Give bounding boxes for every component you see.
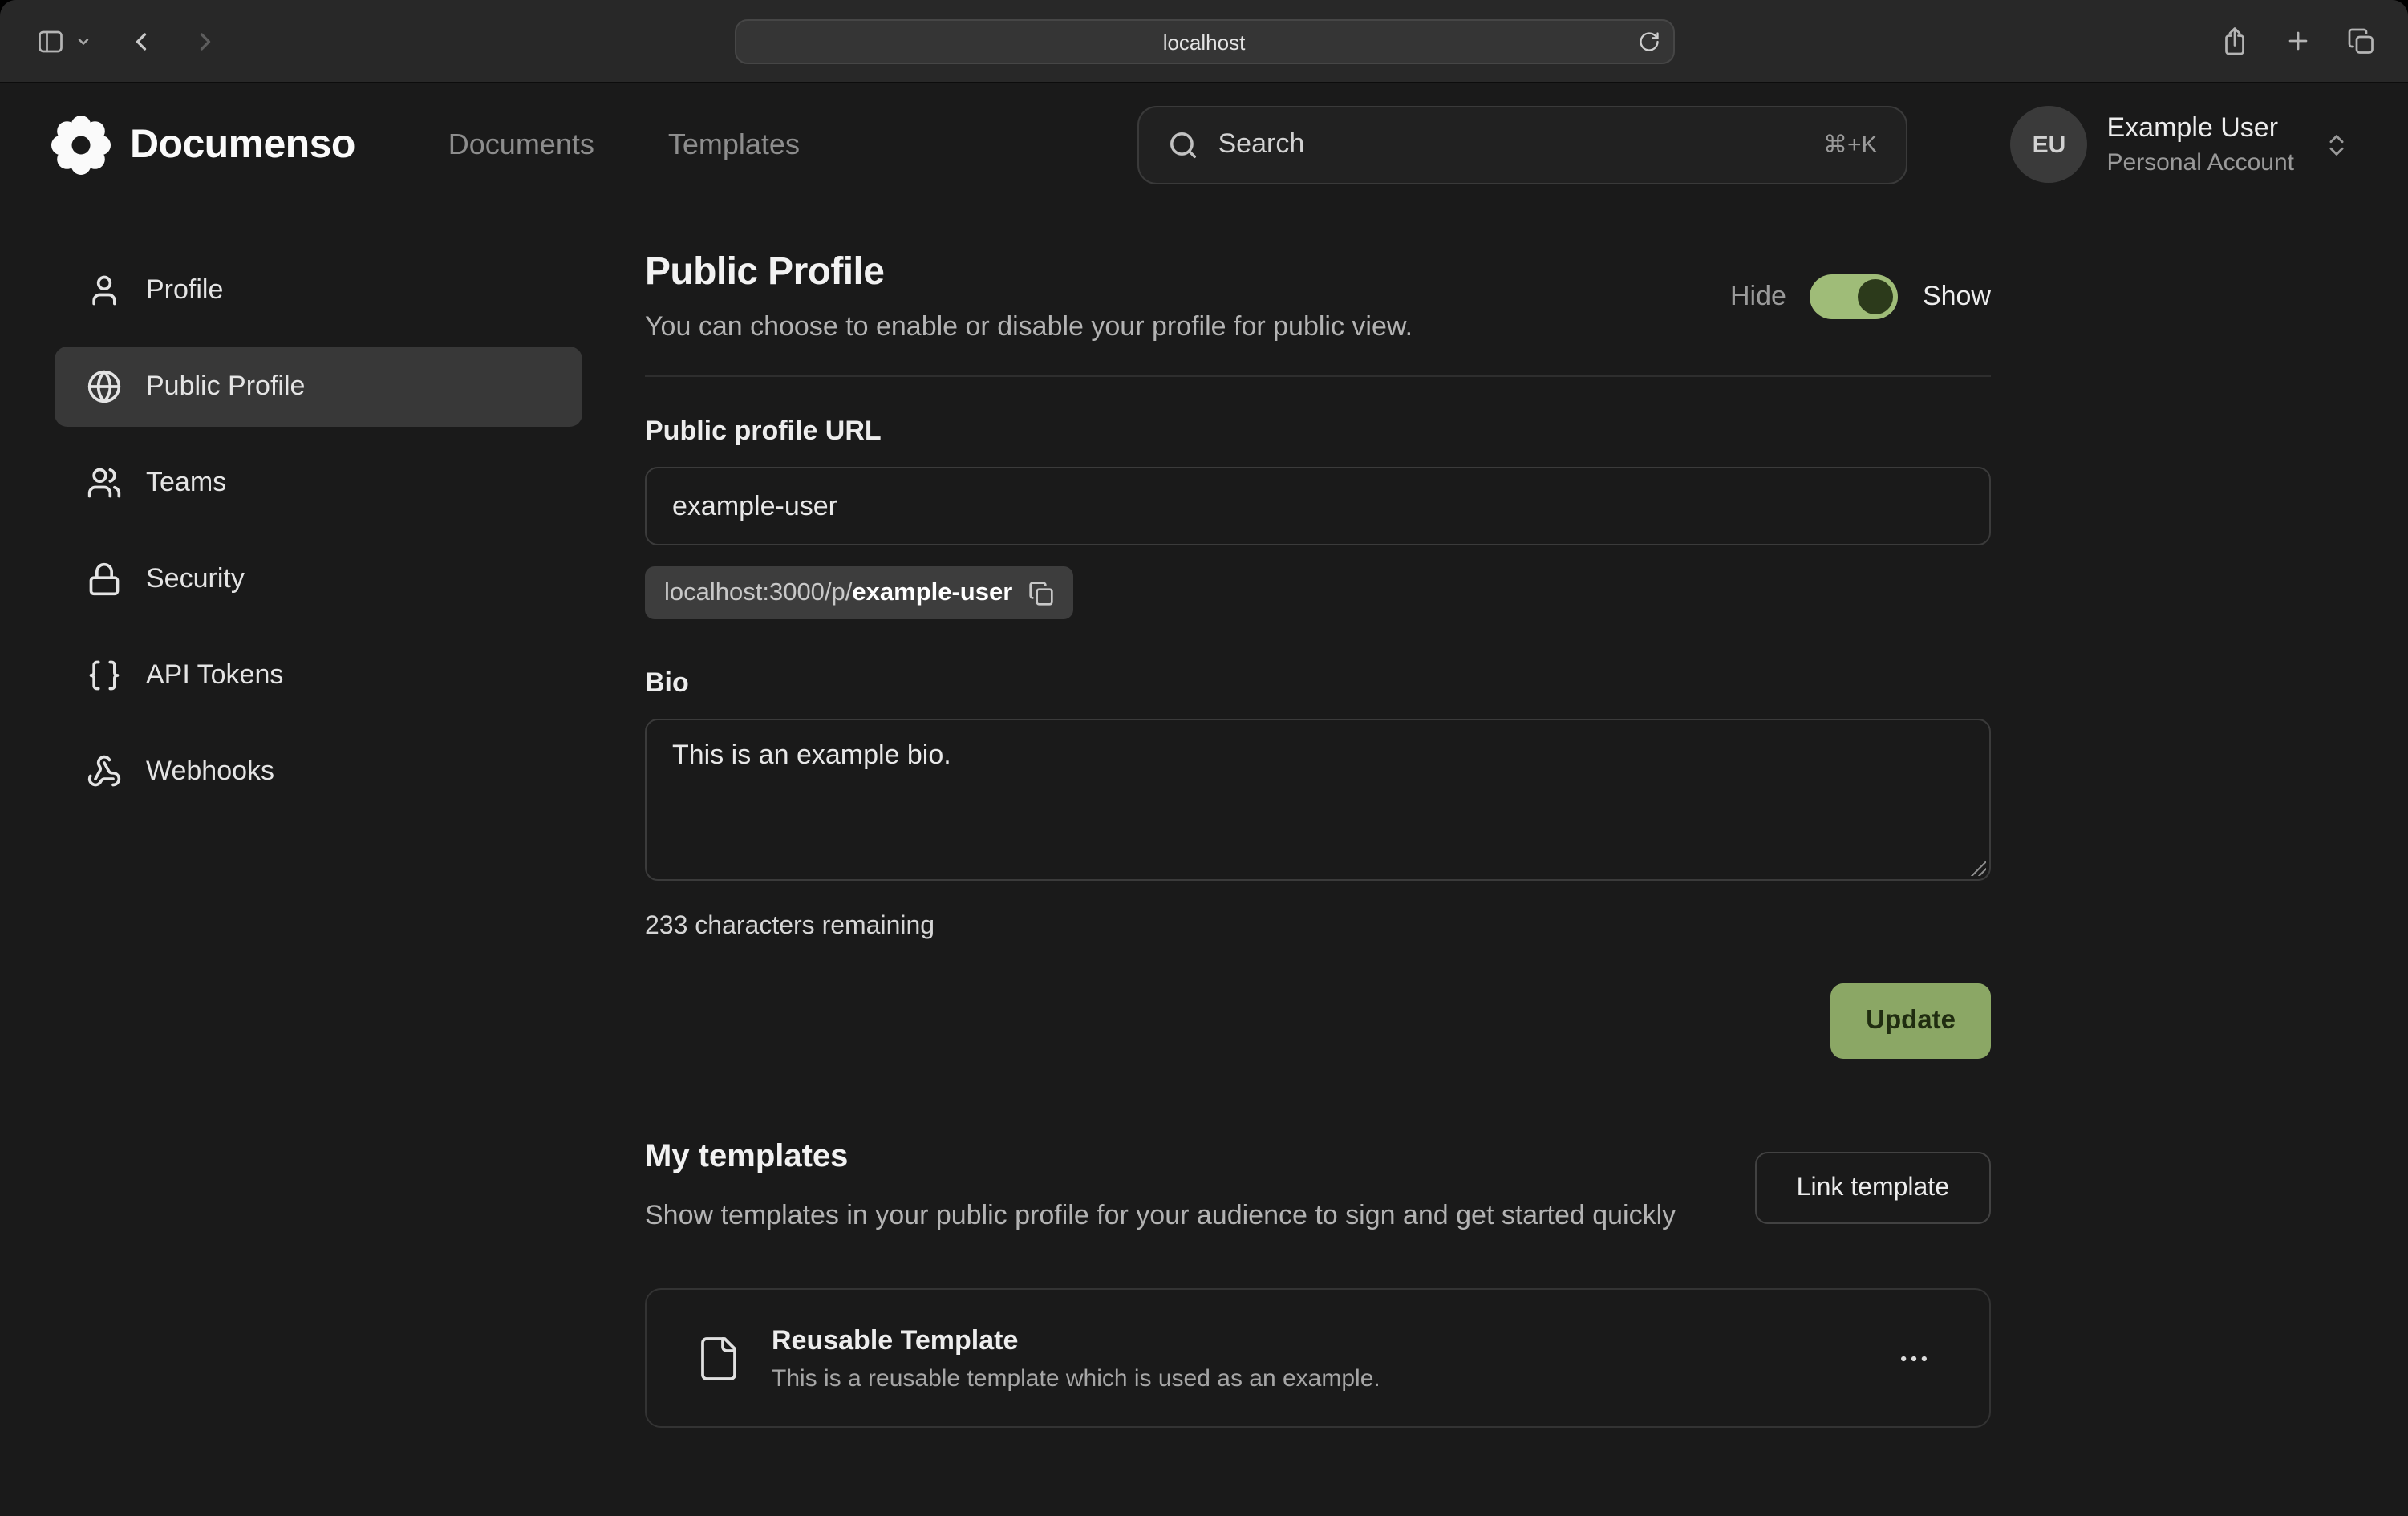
visibility-toggle-group: Hide Show [1730,274,1991,319]
profile-url-preview-text: localhost:3000/p/example-user [664,578,1012,607]
user-menu[interactable]: EU Example User Personal Account [2011,106,2351,183]
template-card: Reusable Template This is a reusable tem… [645,1289,1991,1429]
copy-icon[interactable] [1028,580,1054,606]
browser-window: localhost [0,0,2408,1516]
new-tab-icon[interactable] [2284,27,2312,55]
share-icon[interactable] [2220,25,2249,57]
brand[interactable]: Documenso [51,115,355,174]
sidebar-item-label: Teams [146,467,226,499]
back-icon[interactable] [127,26,156,55]
avatar: EU [2011,106,2088,183]
sidebar-toggle-icon[interactable] [32,26,69,55]
link-template-button[interactable]: Link template [1755,1152,1991,1224]
bio-textarea[interactable]: This is an example bio. [645,719,1991,881]
characters-remaining: 233 characters remaining [645,913,1991,942]
file-icon [695,1335,743,1383]
reload-icon[interactable] [1637,30,1660,53]
brand-name: Documenso [130,121,355,168]
profile-url-label: Public profile URL [645,415,1991,448]
tabs-overview-icon[interactable] [2347,26,2376,55]
template-options-button[interactable] [1887,1332,1941,1386]
top-nav: Documents Templates [448,128,800,161]
settings-main: Public Profile You can choose to enable … [645,250,1991,1516]
search-icon [1169,129,1199,160]
settings-sidebar: Profile Public Profile Teams Security [55,250,582,1516]
chevron-down-icon[interactable] [75,33,91,49]
webhook-icon [87,754,122,789]
braces-icon [87,658,122,693]
page-title: Public Profile [645,250,1413,295]
visibility-toggle[interactable] [1810,274,1899,319]
lock-icon [87,561,122,597]
sidebar-item-label: Public Profile [146,371,305,403]
nav-templates[interactable]: Templates [668,128,800,161]
browser-chrome: localhost [0,0,2408,83]
address-bar[interactable]: localhost [734,19,1674,64]
chevrons-up-down-icon [2323,131,2350,158]
my-templates-title: My templates [645,1139,1676,1176]
sidebar-item-api-tokens[interactable]: API Tokens [55,635,582,715]
search-bar[interactable]: ⌘+K [1138,105,1908,184]
search-shortcut: ⌘+K [1823,130,1878,159]
search-input[interactable] [1218,128,1804,160]
nav-documents[interactable]: Documents [448,128,594,161]
sidebar-item-public-profile[interactable]: Public Profile [55,347,582,427]
show-label: Show [1923,281,1991,313]
template-description: This is a reusable template which is use… [772,1365,1380,1392]
app-header: Documenso Documents Templates ⌘+K EU Exa… [0,83,2408,205]
hide-label: Hide [1730,281,1786,313]
sidebar-item-label: API Tokens [146,659,283,691]
user-account-type: Personal Account [2107,149,2295,176]
users-icon [87,465,122,501]
bio-label: Bio [645,667,1991,699]
sidebar-item-label: Profile [146,274,223,306]
divider [645,375,1991,377]
forward-icon[interactable] [191,26,220,55]
ellipsis-icon [1896,1341,1932,1376]
profile-url-preview[interactable]: localhost:3000/p/example-user [645,566,1073,619]
user-name: Example User [2107,112,2295,144]
template-name: Reusable Template [772,1325,1380,1357]
sidebar-item-label: Security [146,563,245,595]
toggle-knob [1859,279,1894,314]
address-bar-url: localhost [1163,30,1246,54]
my-templates-description: Show templates in your public profile fo… [645,1195,1676,1238]
globe-icon [87,369,122,404]
sidebar-item-label: Webhooks [146,756,274,788]
page-description: You can choose to enable or disable your… [645,311,1413,343]
profile-url-input[interactable] [645,467,1991,545]
sidebar-item-webhooks[interactable]: Webhooks [55,732,582,812]
user-icon [87,273,122,308]
sidebar-item-profile[interactable]: Profile [55,250,582,330]
sidebar-item-security[interactable]: Security [55,539,582,619]
sidebar-item-teams[interactable]: Teams [55,443,582,523]
update-button[interactable]: Update [1830,983,1991,1059]
documenso-logo [51,115,111,174]
